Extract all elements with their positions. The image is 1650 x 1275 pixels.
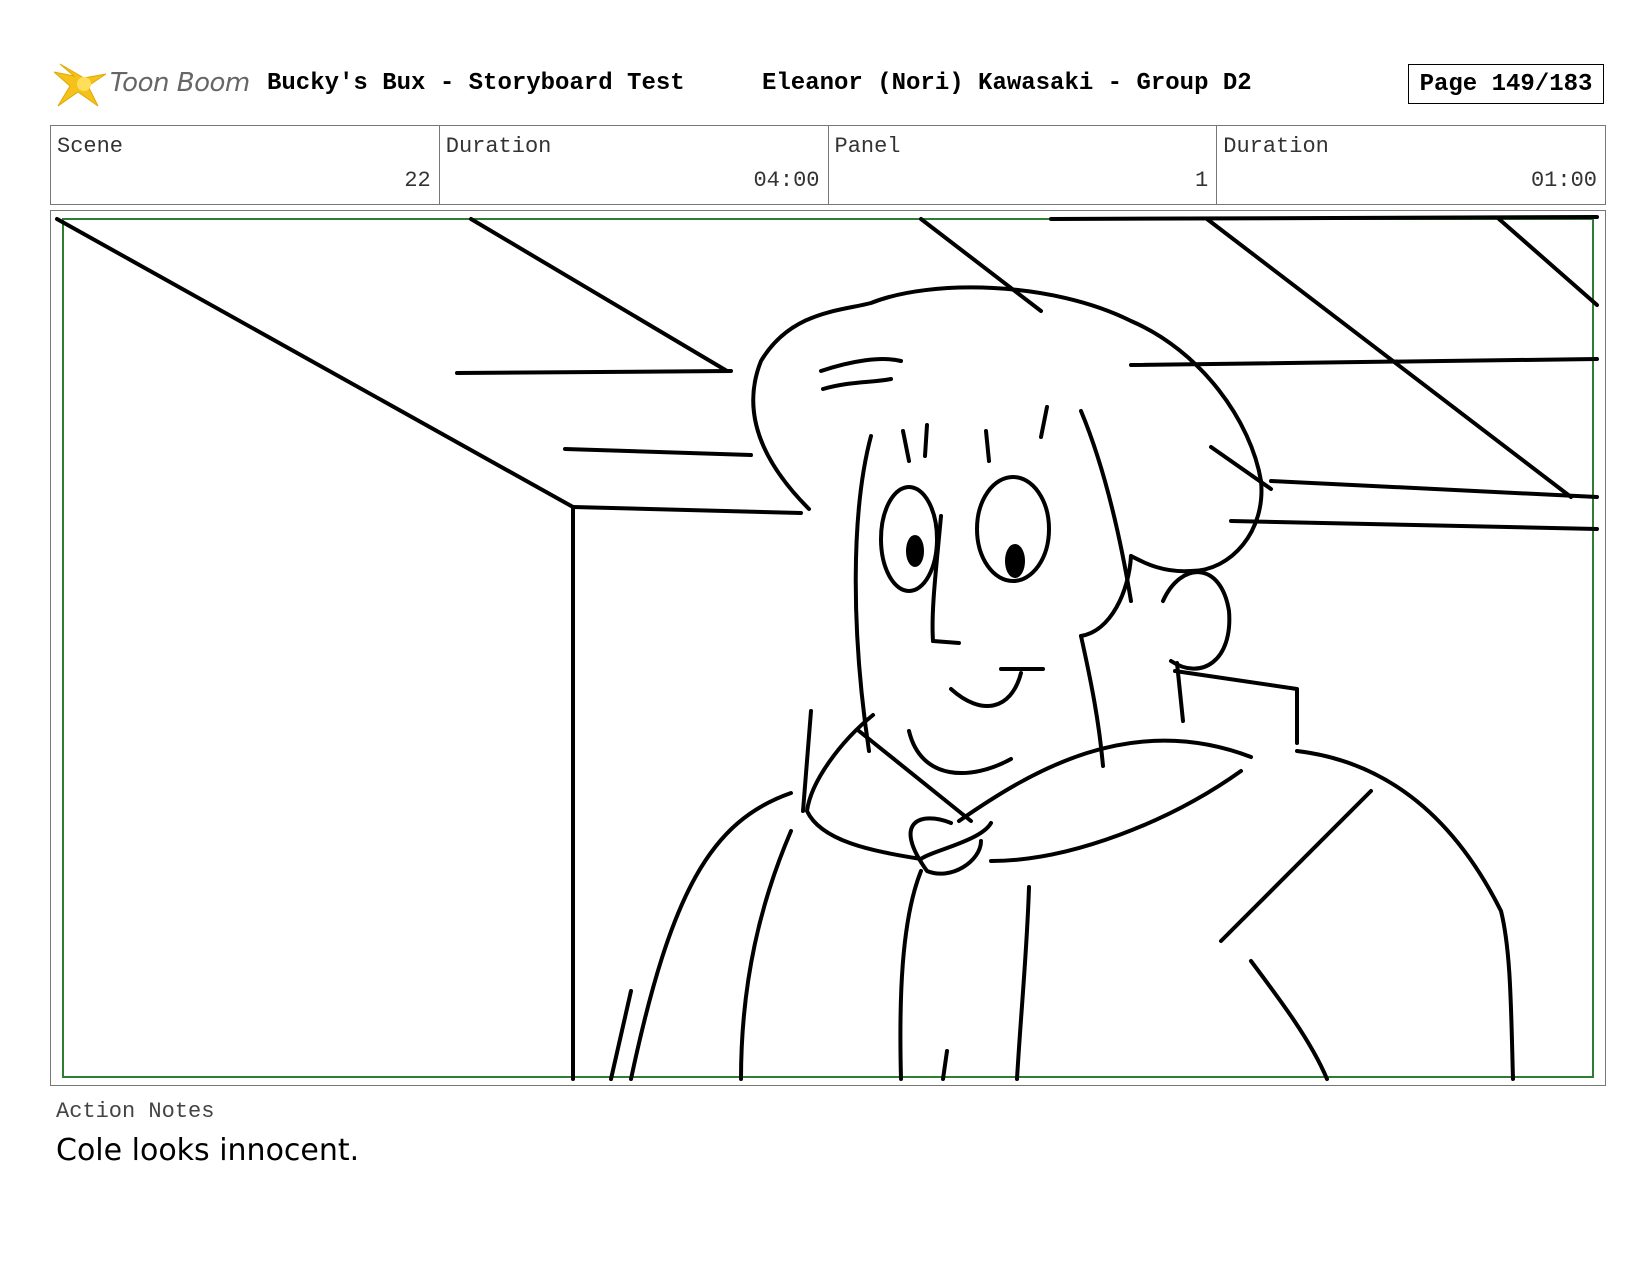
scene-cell: Scene 22 [51,126,440,204]
safe-frame [62,218,1594,1078]
scene-label: Scene [57,134,124,159]
scene-duration-cell: Duration 04:00 [440,126,829,204]
panel-value: 1 [1195,168,1209,193]
scene-duration-label: Duration [445,134,552,159]
artist-name: Eleanor (Nori) Kawasaki - Group D2 [762,70,1252,97]
logo-text: Toon Boom [110,68,250,98]
panel-duration-value: 01:00 [1530,168,1597,193]
storyboard-panel [50,210,1606,1086]
panel-duration-cell: Duration 01:00 [1217,126,1605,204]
panel-label: Panel [834,134,901,159]
panel-sketch [55,215,1599,1081]
scene-value: 22 [404,168,431,193]
panel-cell: Panel 1 [829,126,1218,204]
project-title: Bucky's Bux - Storyboard Test [267,70,685,97]
panel-duration-label: Duration [1223,134,1329,159]
scene-duration-value: 04:00 [753,168,820,193]
starburst-icon [52,63,107,107]
sketch-lines [55,215,1599,1081]
action-notes-text: Cole looks innocent. [56,1133,360,1168]
action-notes-label: Action Notes [56,1099,215,1124]
panel-info-table: Scene 22 Duration 04:00 Panel 1 Duration… [50,125,1606,205]
toon-boom-logo: Toon Boom [52,58,252,110]
page-number: Page 149/183 [1408,64,1604,104]
